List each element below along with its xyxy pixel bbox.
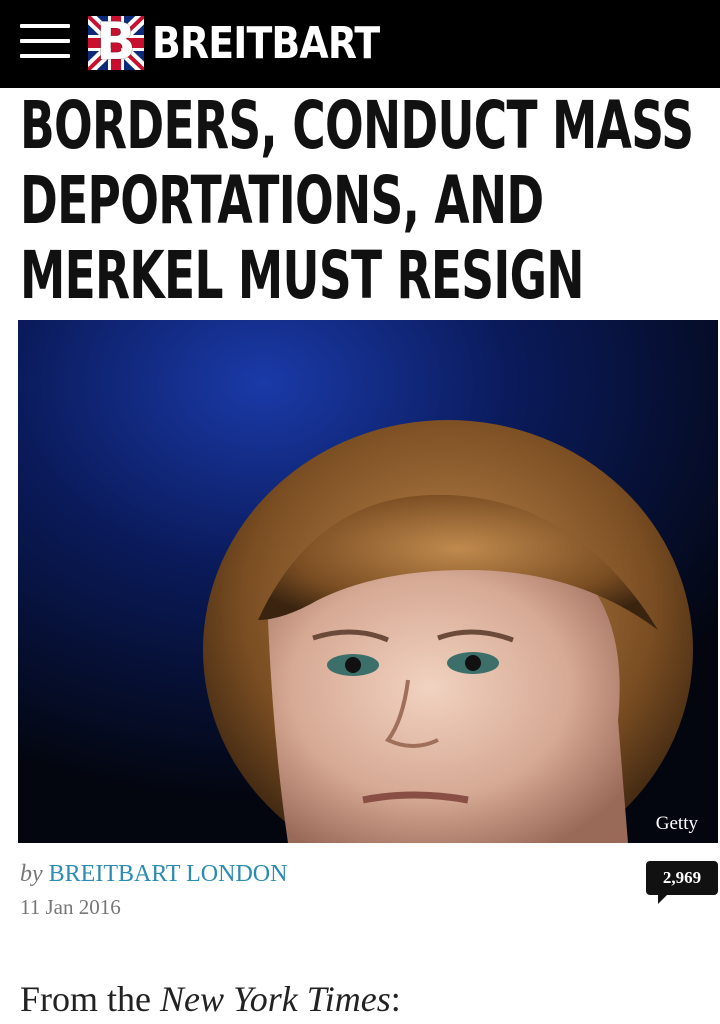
lead-suffix: : xyxy=(390,979,401,1019)
lead-prefix: From the xyxy=(20,979,160,1019)
brand-wordmark[interactable]: BREITBART xyxy=(152,14,380,74)
byline-prefix: by xyxy=(20,861,43,887)
hero-image: Getty xyxy=(18,320,718,843)
image-credit: Getty xyxy=(655,813,698,834)
lead-source: New York Times xyxy=(160,979,391,1019)
article-headline: BORDERS, CONDUCT MASS DEPORTATIONS, AND … xyxy=(20,88,696,313)
logo-letter: B xyxy=(96,16,136,70)
publish-date: 11 Jan 2016 xyxy=(20,895,121,919)
headline-line: MERKEL MUST RESIGN xyxy=(20,237,584,314)
hamburger-menu-icon[interactable] xyxy=(20,24,70,58)
byline: by BREITBART LONDON xyxy=(20,861,287,888)
union-jack-logo-icon[interactable]: B xyxy=(88,16,144,70)
article-lead: From the New York Times: xyxy=(20,978,401,1020)
headline-line: DEPORTATIONS, AND xyxy=(20,162,544,239)
site-header: B BREITBART xyxy=(0,0,720,88)
author-link[interactable]: BREITBART LONDON xyxy=(49,861,288,887)
headline-line: BORDERS, CONDUCT MASS xyxy=(20,87,694,164)
comment-count-badge[interactable]: 2,969 xyxy=(646,861,718,904)
